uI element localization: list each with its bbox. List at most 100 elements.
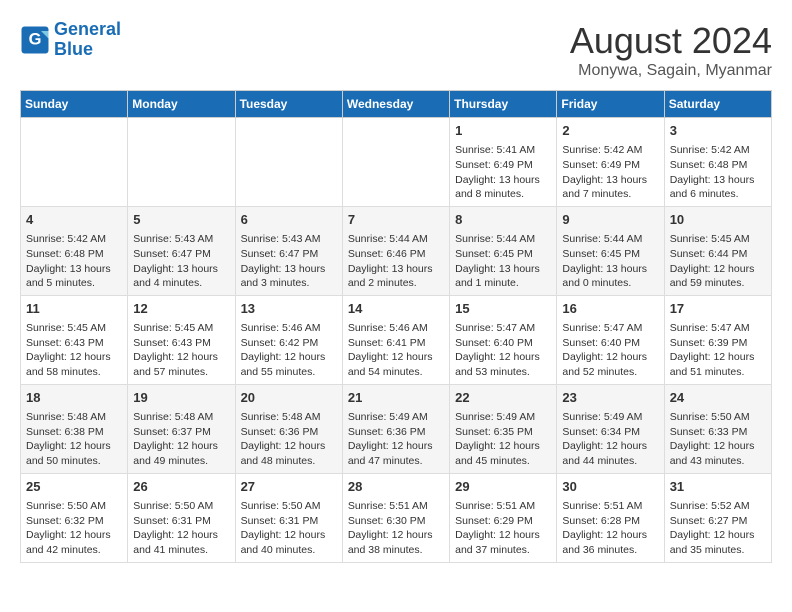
day-cell: 18Sunrise: 5:48 AMSunset: 6:38 PMDayligh… bbox=[21, 384, 128, 473]
day-info: Daylight: 13 hours bbox=[670, 173, 766, 188]
day-info: Daylight: 12 hours bbox=[241, 350, 337, 365]
day-info: Daylight: 12 hours bbox=[670, 350, 766, 365]
day-cell: 12Sunrise: 5:45 AMSunset: 6:43 PMDayligh… bbox=[128, 295, 235, 384]
day-info: and 6 minutes. bbox=[670, 187, 766, 202]
day-info: Sunset: 6:43 PM bbox=[26, 336, 122, 351]
day-cell: 2Sunrise: 5:42 AMSunset: 6:49 PMDaylight… bbox=[557, 118, 664, 207]
day-info: Daylight: 13 hours bbox=[241, 262, 337, 277]
day-info: and 45 minutes. bbox=[455, 454, 551, 469]
day-info: Sunrise: 5:50 AM bbox=[26, 499, 122, 514]
day-info: Sunrise: 5:42 AM bbox=[562, 143, 658, 158]
day-info: and 54 minutes. bbox=[348, 365, 444, 380]
week-row-4: 18 Sunrise: 5:48 AMSunset: 6:38 PM Dayligh… bbox=[21, 384, 772, 473]
day-info: Sunrise: 5:47 AM bbox=[562, 321, 658, 336]
week-row-3: 11Sunrise: 5:45 AMSunset: 6:43 PMDayligh… bbox=[21, 295, 772, 384]
day-info: Sunset: 6:45 PM bbox=[455, 247, 551, 262]
day-info: Sunset: 6:33 PM bbox=[670, 425, 766, 440]
day-info: Sunrise: 5:47 AM bbox=[670, 321, 766, 336]
day-info: Daylight: 13 hours bbox=[348, 262, 444, 277]
day-number: 1 bbox=[455, 122, 551, 140]
day-info: and 57 minutes. bbox=[133, 365, 229, 380]
day-info: Sunrise: 5:48 AM bbox=[26, 410, 122, 425]
day-info: Sunset: 6:44 PM bbox=[670, 247, 766, 262]
day-info: Sunrise: 5:49 AM bbox=[455, 410, 551, 425]
day-info: Sunset: 6:49 PM bbox=[562, 158, 658, 173]
day-info: and 38 minutes. bbox=[348, 543, 444, 558]
day-info: Sunset: 6:47 PM bbox=[241, 247, 337, 262]
logo-line2: Blue bbox=[54, 39, 93, 59]
day-info: Sunset: 6:36 PM bbox=[241, 425, 337, 440]
header-cell-monday: Monday bbox=[128, 91, 235, 118]
day-cell: 3 Sunrise: 5:42 AMSunset: 6:48 PMDaylight… bbox=[664, 118, 771, 207]
logo-icon: G bbox=[20, 25, 50, 55]
day-number: 30 bbox=[562, 478, 658, 496]
week-row-5: 25Sunrise: 5:50 AMSunset: 6:32 PMDayligh… bbox=[21, 473, 772, 562]
day-info: Daylight: 13 hours bbox=[133, 262, 229, 277]
header: G General Blue August 2024 Monywa, Sagai… bbox=[20, 20, 772, 80]
day-info: and 44 minutes. bbox=[562, 454, 658, 469]
header-cell-sunday: Sunday bbox=[21, 91, 128, 118]
day-number: 29 bbox=[455, 478, 551, 496]
day-info: Daylight: 12 hours bbox=[455, 528, 551, 543]
day-cell: 9Sunrise: 5:44 AMSunset: 6:45 PMDaylight… bbox=[557, 206, 664, 295]
day-info: and 58 minutes. bbox=[26, 365, 122, 380]
day-cell: 16Sunrise: 5:47 AMSunset: 6:40 PMDayligh… bbox=[557, 295, 664, 384]
day-number: 13 bbox=[241, 300, 337, 318]
day-number: 28 bbox=[348, 478, 444, 496]
header-cell-wednesday: Wednesday bbox=[342, 91, 449, 118]
day-cell: 26Sunrise: 5:50 AMSunset: 6:31 PMDayligh… bbox=[128, 473, 235, 562]
day-info: Sunrise: 5:45 AM bbox=[133, 321, 229, 336]
day-cell: 30Sunrise: 5:51 AMSunset: 6:28 PMDayligh… bbox=[557, 473, 664, 562]
day-info: Sunset: 6:38 PM bbox=[26, 425, 122, 440]
day-info: and 49 minutes. bbox=[133, 454, 229, 469]
day-info: Sunrise: 5:45 AM bbox=[670, 232, 766, 247]
day-info: Sunrise: 5:47 AM bbox=[455, 321, 551, 336]
day-info: Sunrise: 5:42 AM bbox=[670, 143, 766, 158]
day-info: Sunset: 6:27 PM bbox=[670, 514, 766, 529]
day-info: Daylight: 13 hours bbox=[562, 173, 658, 188]
day-info: Sunset: 6:34 PM bbox=[562, 425, 658, 440]
day-info: Sunset: 6:30 PM bbox=[348, 514, 444, 529]
day-number: 22 bbox=[455, 389, 551, 407]
day-info: Sunrise: 5:42 AM bbox=[26, 232, 122, 247]
day-number: 6 bbox=[241, 211, 337, 229]
day-info: and 4 minutes. bbox=[133, 276, 229, 291]
day-cell: 20Sunrise: 5:48 AMSunset: 6:36 PMDayligh… bbox=[235, 384, 342, 473]
day-info: and 40 minutes. bbox=[241, 543, 337, 558]
day-info: Daylight: 12 hours bbox=[670, 528, 766, 543]
day-info: Sunset: 6:29 PM bbox=[455, 514, 551, 529]
day-info: Sunset: 6:41 PM bbox=[348, 336, 444, 351]
day-info: Sunset: 6:32 PM bbox=[26, 514, 122, 529]
day-cell: 25Sunrise: 5:50 AMSunset: 6:32 PMDayligh… bbox=[21, 473, 128, 562]
day-number: 3 bbox=[670, 122, 766, 140]
day-number: 12 bbox=[133, 300, 229, 318]
day-info: Daylight: 12 hours bbox=[670, 262, 766, 277]
day-info: and 5 minutes. bbox=[26, 276, 122, 291]
day-cell bbox=[342, 118, 449, 207]
day-cell: 6Sunrise: 5:43 AMSunset: 6:47 PMDaylight… bbox=[235, 206, 342, 295]
day-info: Sunrise: 5:45 AM bbox=[26, 321, 122, 336]
day-cell: 31Sunrise: 5:52 AMSunset: 6:27 PMDayligh… bbox=[664, 473, 771, 562]
day-cell: 24Sunrise: 5:50 AMSunset: 6:33 PMDayligh… bbox=[664, 384, 771, 473]
title-area: August 2024 Monywa, Sagain, Myanmar bbox=[570, 20, 772, 80]
day-cell: 5Sunrise: 5:43 AMSunset: 6:47 PMDaylight… bbox=[128, 206, 235, 295]
day-info: and 35 minutes. bbox=[670, 543, 766, 558]
day-info: Daylight: 12 hours bbox=[133, 528, 229, 543]
day-info: Sunrise: 5:51 AM bbox=[562, 499, 658, 514]
day-cell: 7Sunrise: 5:44 AMSunset: 6:46 PMDaylight… bbox=[342, 206, 449, 295]
day-info: and 37 minutes. bbox=[455, 543, 551, 558]
day-info: Daylight: 12 hours bbox=[26, 528, 122, 543]
day-info: Daylight: 12 hours bbox=[241, 439, 337, 454]
logo: G General Blue bbox=[20, 20, 121, 60]
day-info: and 7 minutes. bbox=[562, 187, 658, 202]
main-title: August 2024 bbox=[570, 20, 772, 62]
header-cell-thursday: Thursday bbox=[450, 91, 557, 118]
day-number: 18 bbox=[26, 389, 122, 407]
day-info: Sunset: 6:35 PM bbox=[455, 425, 551, 440]
logo-text: General Blue bbox=[54, 20, 121, 60]
day-info: Daylight: 12 hours bbox=[241, 528, 337, 543]
day-info: and 42 minutes. bbox=[26, 543, 122, 558]
day-info: Sunset: 6:48 PM bbox=[670, 158, 766, 173]
day-info: Sunrise: 5:51 AM bbox=[348, 499, 444, 514]
day-number: 21 bbox=[348, 389, 444, 407]
